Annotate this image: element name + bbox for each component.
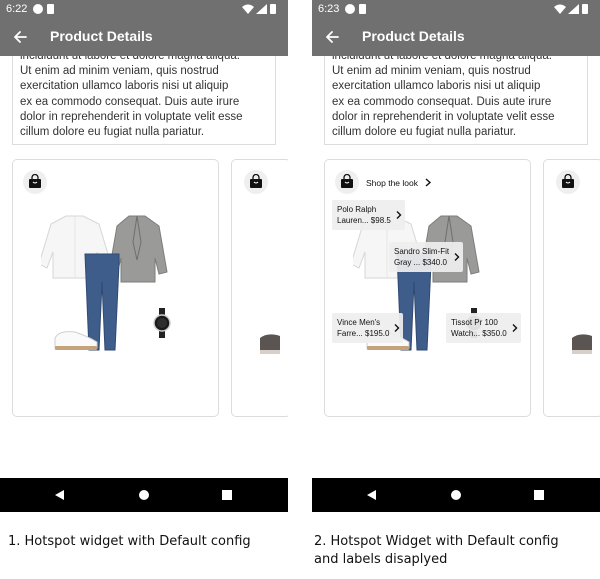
description-line: Ut enim ad minim veniam, quis nostrud (332, 65, 531, 78)
nav-recents-icon[interactable] (534, 490, 544, 500)
signal-icon (568, 4, 579, 14)
product-description: incididunt ut labore et dolore magna ali… (324, 56, 588, 145)
nav-home-icon[interactable] (451, 490, 461, 500)
page-title: Product Details (50, 28, 153, 44)
shoe-image (572, 334, 592, 354)
hotspot-title: Vince Men's (337, 318, 381, 327)
status-time: 6:22 (6, 3, 28, 15)
hotspot-price: Lauren... $98.5 (337, 216, 391, 225)
app-bar: Product Details (312, 18, 600, 56)
description-line: dolor in reprehenderit in voluptate veli… (20, 110, 243, 123)
signal-icon (256, 4, 267, 14)
caption-labels-displayed: 2. Hotspot Widget with Default config an… (314, 534, 559, 567)
nav-back-icon[interactable] (55, 490, 64, 500)
hotspot-card[interactable] (12, 159, 219, 417)
status-bar: 6:22 (0, 0, 288, 18)
description-line: ex ea commodo consequat. Duis aute irure (332, 95, 552, 108)
battery-icon (582, 4, 588, 14)
nav-back-icon[interactable] (367, 490, 376, 500)
status-icons (242, 3, 282, 15)
chevron-right-icon (425, 178, 432, 187)
shop-the-look-label: Shop the look (366, 178, 418, 188)
description-line: Ut enim ad minim veniam, quis nostrud (20, 65, 219, 78)
page-title: Product Details (362, 28, 465, 44)
app-bar: Product Details (0, 18, 288, 56)
system-nav-bar (312, 478, 600, 512)
chevron-right-icon (512, 324, 518, 332)
nav-home-icon[interactable] (139, 490, 149, 500)
shopping-bag-icon[interactable] (335, 170, 359, 194)
battery-icon (270, 4, 276, 14)
shop-the-look-link[interactable]: Shop the look (366, 178, 432, 188)
sim-icon (359, 4, 366, 14)
shoe-image (260, 334, 280, 354)
hotspot-price: Farre... $195.0 (337, 329, 390, 338)
notification-icon (33, 4, 43, 14)
hotspot-card[interactable]: Shop the look Polo Ralph Lauren... $98.5… (324, 159, 531, 417)
status-icons (554, 3, 594, 15)
arrow-back-icon[interactable] (322, 27, 342, 47)
outfit-image (41, 215, 171, 351)
chevron-right-icon (396, 211, 402, 219)
hotspot-label-sneaker[interactable]: Vince Men's Farre... $195.0 (332, 313, 404, 343)
description-line: exercitation ullamco laboris nisi ut ali… (332, 80, 541, 93)
hotspot-card-next[interactable] (543, 159, 600, 417)
notification-icon (345, 4, 355, 14)
shopping-bag-icon[interactable] (244, 170, 268, 194)
nav-recents-icon[interactable] (222, 490, 232, 500)
hotspot-price: Watch... $350.0 (451, 329, 507, 338)
hotspot-label-watch[interactable]: Tissot Pr 100 Watch... $350.0 (446, 313, 521, 343)
shopping-bag-icon[interactable] (556, 170, 580, 194)
wifi-icon (554, 4, 566, 14)
hotspot-card-next[interactable] (231, 159, 288, 417)
hotspot-title: Sandro Slim-Fit (394, 247, 450, 256)
status-bar: 6:23 (312, 0, 600, 18)
description-line: dolor in reprehenderit in voluptate veli… (332, 110, 555, 123)
hotspot-price: Gray ... $340.0 (394, 258, 447, 267)
description-line: incididunt ut labore et dolore magna ali… (20, 56, 240, 62)
caption-default-config: 1. Hotspot widget with Default config (8, 534, 251, 549)
description-line: ex ea commodo consequat. Duis aute irure (20, 95, 240, 108)
description-text: incididunt ut labore et dolore magna ali… (20, 56, 272, 140)
sim-icon (47, 4, 54, 14)
description-text: incididunt ut labore et dolore magna ali… (332, 56, 584, 140)
phone-screen-default: 6:22 Product Details incididunt ut labor… (0, 0, 288, 512)
wifi-icon (242, 4, 254, 14)
description-line: exercitation ullamco laboris nisi ut ali… (20, 80, 229, 93)
description-line: incididunt ut labore et dolore magna ali… (332, 56, 552, 62)
description-line: cillum dolore eu fugiat nulla pariatur. (332, 126, 517, 139)
chevron-right-icon (394, 324, 400, 332)
hotspot-title: Tissot Pr 100 (451, 318, 498, 327)
shopping-bag-icon[interactable] (23, 170, 47, 194)
status-time: 6:23 (318, 3, 340, 15)
arrow-back-icon[interactable] (10, 27, 30, 47)
hotspot-label-blazer[interactable]: Sandro Slim-Fit Gray ... $340.0 (389, 242, 464, 272)
product-description: incididunt ut labore et dolore magna ali… (12, 56, 276, 145)
hotspot-label-shirt[interactable]: Polo Ralph Lauren... $98.5 (332, 200, 405, 230)
chevron-right-icon (454, 253, 460, 261)
system-nav-bar (0, 478, 288, 512)
hotspot-title: Polo Ralph (337, 205, 377, 214)
description-line: cillum dolore eu fugiat nulla pariatur. (20, 126, 205, 139)
phone-screen-labels: 6:23 Product Details incididunt ut labor… (312, 0, 600, 512)
